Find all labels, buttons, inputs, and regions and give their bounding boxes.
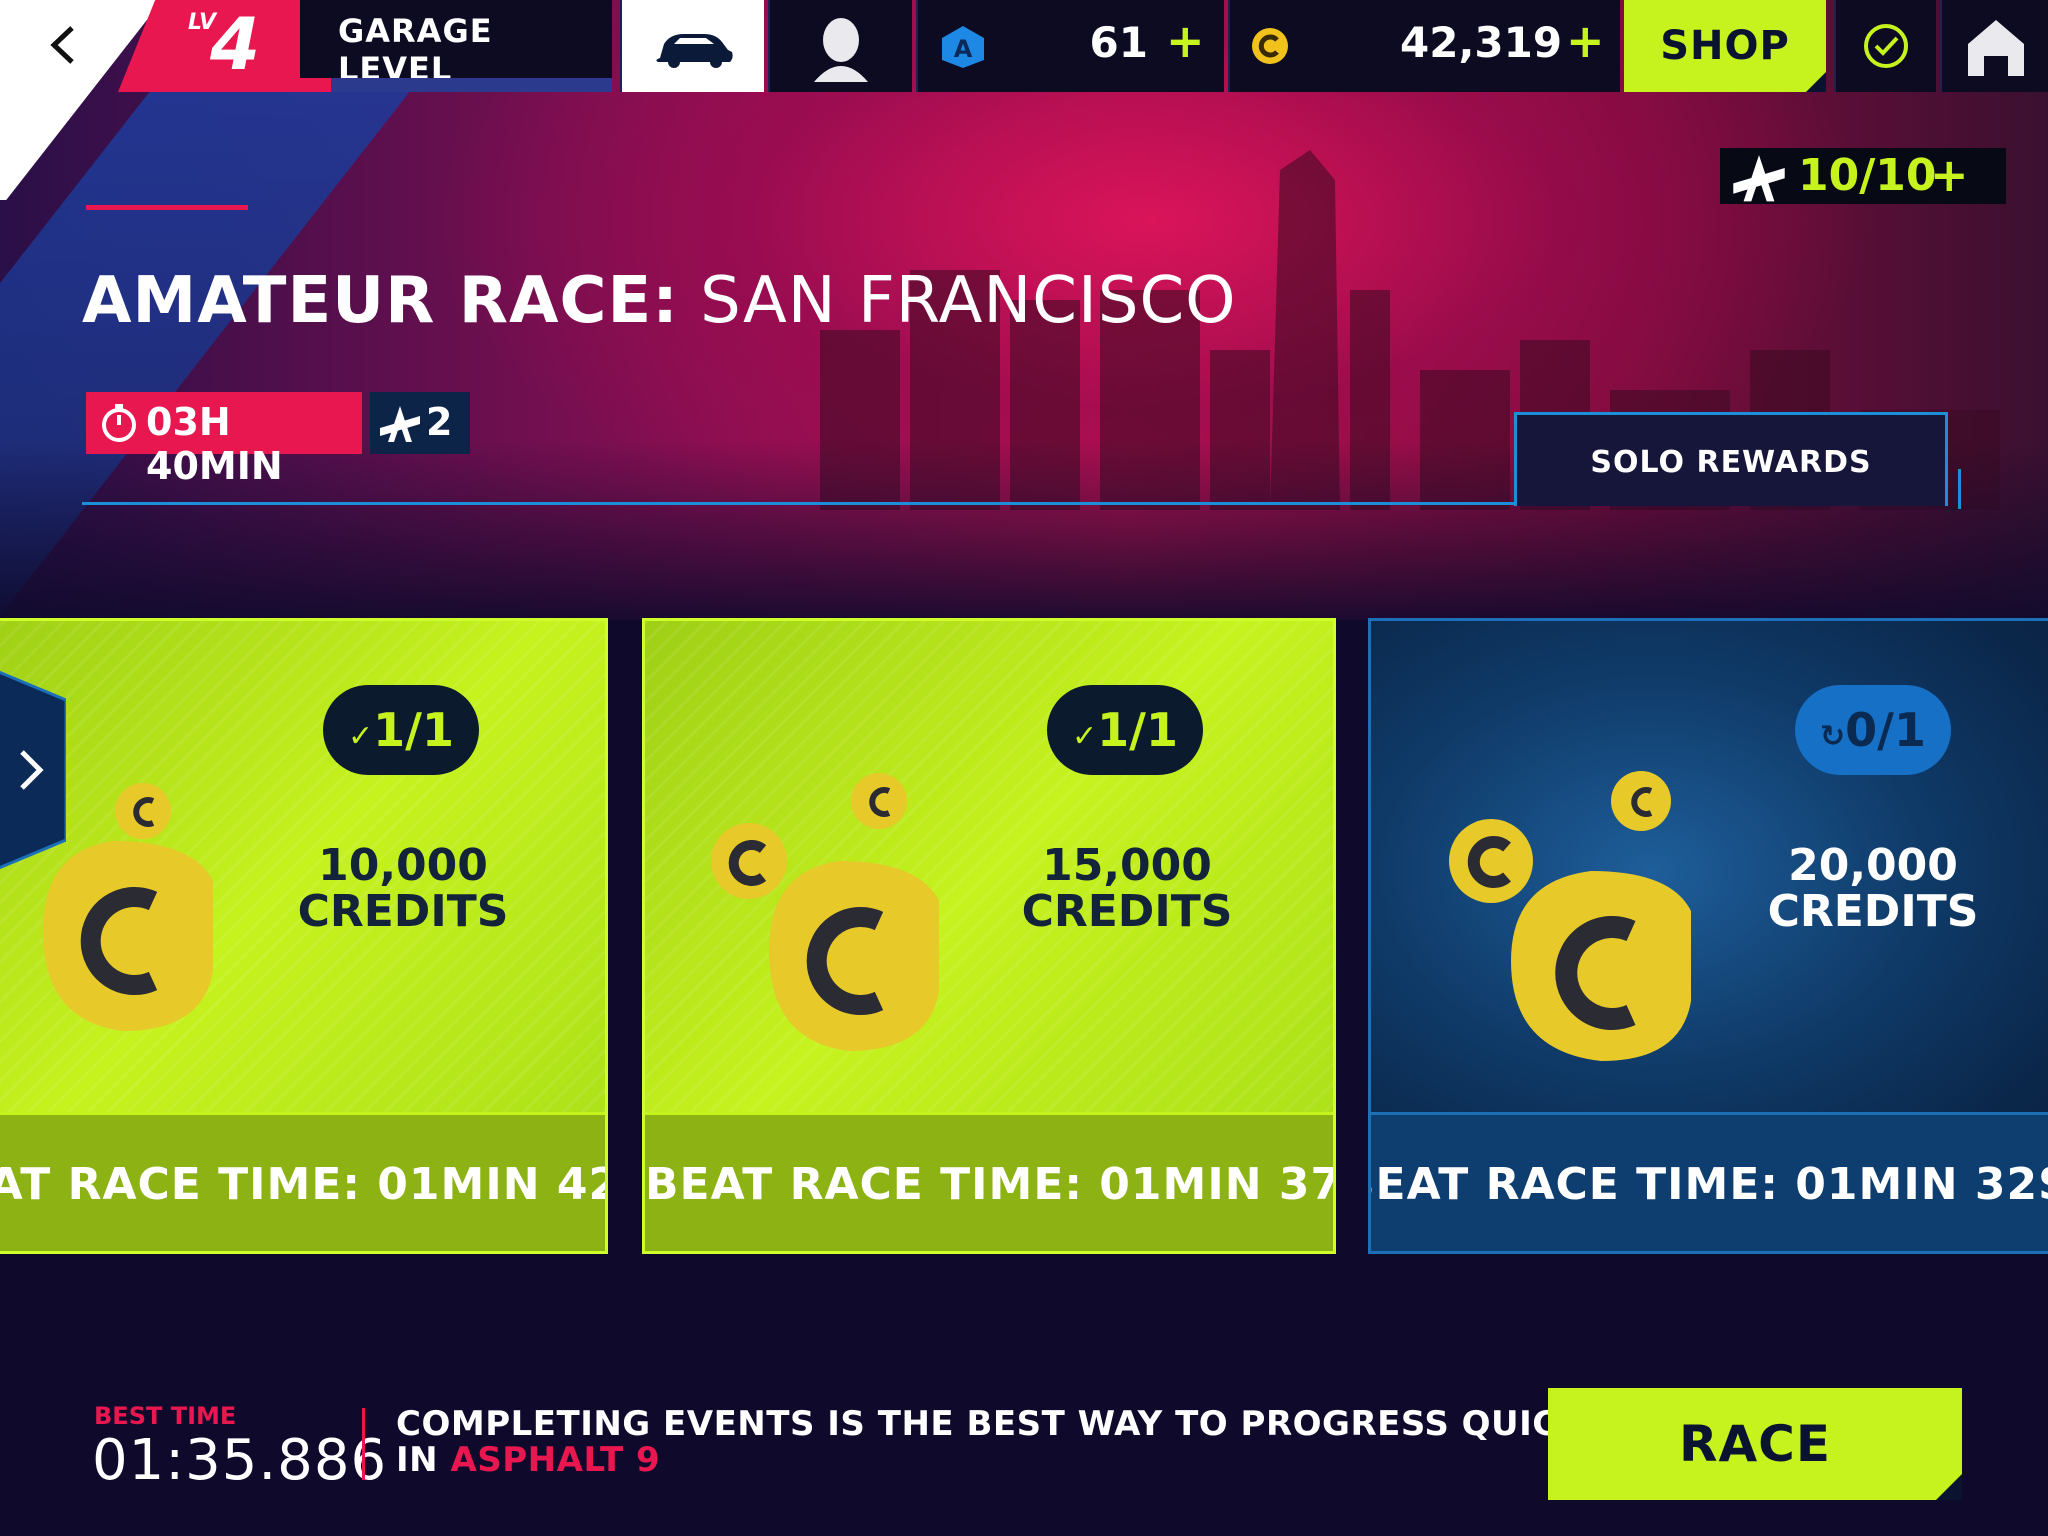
reward-card[interactable]: ✓1/1 15,000 CREDITS BEAT RACE TIME: 01MI…: [642, 618, 1336, 1254]
challenges-button[interactable]: [1834, 0, 1936, 92]
reward-requirement-text: BEAT RACE TIME: 01MIN 37S: [645, 1159, 1336, 1210]
fuel-plus-button[interactable]: +: [1930, 148, 1969, 202]
tokens-value: 61: [1089, 18, 1148, 67]
credits-value: 42,319: [1400, 18, 1563, 67]
fuel-meter[interactable]: 10/10 +: [1720, 148, 2006, 204]
shop-corner-mark: [1806, 72, 1826, 92]
event-timer-value: 03H 40MIN: [146, 400, 283, 488]
reward-requirement: BEAT RACE TIME: 01MIN 42S: [0, 1112, 605, 1251]
tokens-plus-button[interactable]: +: [1166, 14, 1205, 68]
event-title-location: SAN FRANCISCO: [700, 264, 1237, 338]
reward-requirement: BEAT RACE TIME: 01MIN 37S: [645, 1112, 1333, 1251]
credits-icon: [1252, 28, 1288, 64]
fuel-meter-value: 10/10: [1798, 150, 1937, 201]
race-corner-mark: [1936, 1474, 1962, 1500]
tip-game-name: ASPHALT 9: [450, 1440, 661, 1480]
reward-amount: 10,000 CREDITS: [243, 843, 563, 935]
fuel-icon: [1733, 155, 1785, 202]
event-title: AMATEUR RACE: SAN FRANCISCO: [82, 264, 1237, 338]
check-icon: ✓: [1072, 719, 1098, 754]
reward-progress-pill: ↻0/1: [1795, 685, 1951, 775]
event-title-type: AMATEUR RACE:: [82, 264, 679, 338]
car-icon: [656, 34, 733, 68]
reward-amount: 15,000 CREDITS: [967, 843, 1287, 935]
reward-amount-value: 20,000: [1788, 840, 1958, 891]
fuel-cost-chip: 2: [370, 392, 470, 454]
tip-line-1: COMPLETING EVENTS IS THE BEST WAY TO PRO…: [396, 1404, 1627, 1444]
reward-progress-value: 1/1: [1097, 703, 1178, 757]
home-button[interactable]: [1940, 0, 2048, 92]
garage-level-label: GARAGE LEVEL: [338, 12, 493, 88]
race-button[interactable]: RACE: [1548, 1388, 1962, 1500]
reward-progress-value: 1/1: [373, 703, 454, 757]
shop-label: SHOP: [1660, 23, 1790, 69]
solo-rewards-label: SOLO REWARDS: [1590, 445, 1872, 480]
garage-level-progress: [300, 78, 612, 92]
reward-amount-unit: CREDITS: [1767, 886, 1979, 937]
reward-card[interactable]: ✓1/1 10,000 CREDITS BEAT RACE TIME: 01MI…: [0, 618, 608, 1254]
check-icon: ✓: [348, 719, 374, 754]
best-time-value: 01:35.886: [92, 1428, 388, 1493]
fuel-cost-value: 2: [426, 400, 453, 444]
refresh-icon: ↻: [1820, 719, 1846, 754]
event-timer: 03H 40MIN: [86, 392, 362, 488]
top-bar: LV 4 GARAGE LEVEL A 61 + 42,319 + SHOP: [0, 0, 2048, 92]
reward-amount-unit: CREDITS: [297, 886, 509, 937]
token-icon: A: [942, 26, 984, 68]
profile-tab[interactable]: [768, 0, 912, 92]
best-time-divider: [362, 1408, 365, 1480]
tip-line-2: IN ASPHALT 9: [396, 1442, 1627, 1478]
reward-amount-value: 10,000: [318, 840, 488, 891]
credits-counter[interactable]: 42,319 +: [1228, 0, 1620, 92]
scroll-left-button[interactable]: [0, 660, 66, 880]
credits-reward-icon: [711, 773, 939, 1051]
tip-text: COMPLETING EVENTS IS THE BEST WAY TO PRO…: [396, 1406, 1627, 1478]
level-badge: LV 4: [118, 0, 356, 92]
garage-level-panel[interactable]: GARAGE LEVEL: [300, 0, 612, 92]
solo-rewards-tab[interactable]: SOLO REWARDS: [1514, 412, 1961, 509]
svg-text:A: A: [954, 35, 973, 63]
tip-line-2-prefix: IN: [396, 1440, 439, 1480]
garage-tab[interactable]: [620, 0, 764, 92]
stopwatch-icon: [102, 404, 136, 442]
reward-requirement: BEAT RACE TIME: 01MIN 32S: [1371, 1112, 2048, 1251]
back-button[interactable]: [40, 20, 90, 70]
reward-progress-pill: ✓1/1: [1047, 685, 1203, 775]
check-circle-icon: [1864, 24, 1908, 68]
reward-card[interactable]: ↻0/1 20,000 CREDITS BEAT RACE TIME: 01MI…: [1368, 618, 2048, 1254]
tokens-counter[interactable]: A 61 +: [916, 0, 1224, 92]
garage-level-progress-fill: [300, 78, 332, 92]
reward-requirement-text: BEAT RACE TIME: 01MIN 32S: [1368, 1159, 2048, 1210]
chevron-left-icon: [50, 26, 74, 64]
reward-progress-value: 0/1: [1845, 703, 1926, 757]
reward-progress-pill: ✓1/1: [323, 685, 479, 775]
credits-plus-button[interactable]: +: [1566, 14, 1605, 68]
solo-tab-corner: [1944, 469, 1961, 509]
shop-button[interactable]: SHOP: [1624, 0, 1826, 92]
home-icon: [1968, 20, 2024, 76]
reward-amount-unit: CREDITS: [1021, 886, 1233, 937]
credits-reward-icon: [1449, 771, 1691, 1061]
user-avatar-icon: [814, 18, 868, 82]
reward-amount: 20,000 CREDITS: [1713, 843, 2033, 935]
title-accent-line: [86, 205, 248, 210]
level-value: 4: [210, 2, 261, 86]
race-label: RACE: [1678, 1415, 1832, 1473]
reward-requirement-text: BEAT RACE TIME: 01MIN 42S: [0, 1159, 605, 1210]
section-divider: [82, 502, 1514, 505]
reward-amount-value: 15,000: [1042, 840, 1212, 891]
fuel-icon: [380, 406, 420, 442]
best-time-label: BEST TIME: [94, 1402, 237, 1430]
